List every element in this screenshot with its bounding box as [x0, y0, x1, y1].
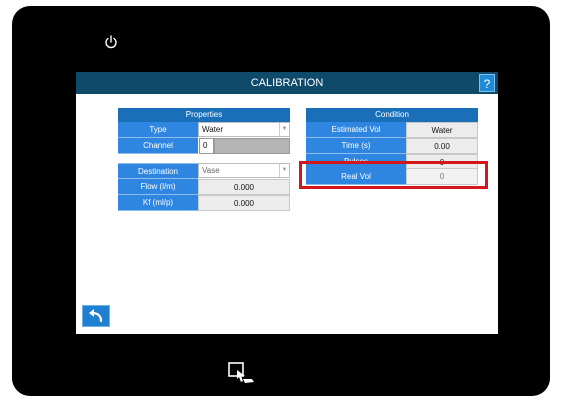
help-button[interactable]: ? — [479, 74, 495, 92]
type-select[interactable]: Water ▼ — [198, 122, 290, 137]
destination-select[interactable]: Vase ▼ — [198, 163, 290, 178]
estimated-vol-label: Estimated Vol — [306, 122, 406, 138]
chevron-down-icon[interactable]: ▼ — [279, 164, 289, 177]
destination-value: Vase — [202, 166, 220, 175]
type-value: Water — [202, 125, 224, 134]
channel-slider[interactable] — [214, 138, 290, 154]
power-icon[interactable] — [103, 34, 119, 50]
channel-label: Channel — [118, 138, 198, 154]
back-arrow-icon — [89, 309, 103, 323]
flow-label: Flow (l/m) — [118, 179, 198, 195]
back-button[interactable] — [82, 305, 110, 327]
real-vol-highlight — [299, 161, 488, 189]
type-label: Type — [118, 122, 198, 138]
title-bar: CALIBRATION ? — [76, 72, 498, 94]
properties-header: Properties — [118, 108, 290, 122]
kf-label: Kf (ml/p) — [118, 195, 198, 211]
time-value: 0.00 — [406, 138, 478, 154]
screen: CALIBRATION ? Properties Type Water ▼ Ch… — [76, 72, 498, 334]
page-title: CALIBRATION — [250, 77, 324, 89]
estimated-vol-value: Water — [406, 122, 478, 138]
condition-header: Condition — [306, 108, 478, 122]
touch-screen-icon[interactable] — [228, 362, 256, 384]
flow-value[interactable]: 0.000 — [198, 179, 290, 195]
kf-value[interactable]: 0.000 — [198, 195, 290, 211]
chevron-down-icon[interactable]: ▼ — [279, 123, 289, 136]
channel-input[interactable]: 0 — [199, 138, 214, 154]
destination-label: Destination — [118, 163, 198, 179]
time-label: Time (s) — [306, 138, 406, 154]
